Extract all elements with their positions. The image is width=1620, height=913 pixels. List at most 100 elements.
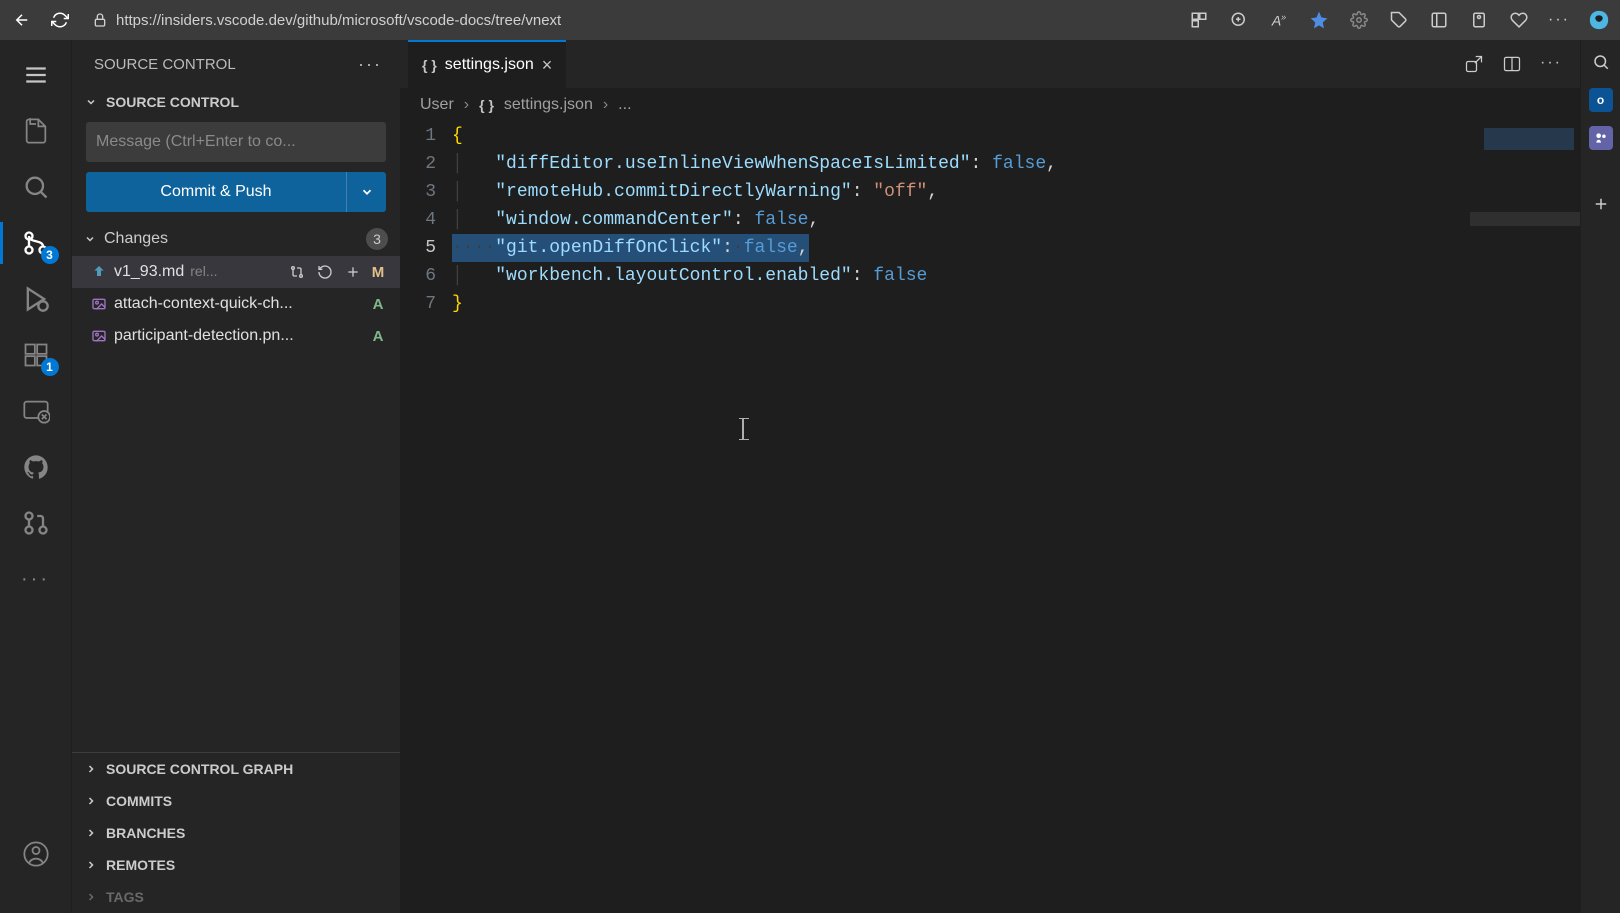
breadcrumb-seg[interactable]: settings.json bbox=[504, 96, 593, 114]
teams-rail-icon[interactable] bbox=[1589, 126, 1613, 150]
changes-header[interactable]: Changes 3 bbox=[72, 222, 400, 256]
editor-tab[interactable]: { } settings.json × bbox=[408, 40, 566, 88]
section-label: SOURCE CONTROL bbox=[106, 94, 239, 110]
chevron-right-icon bbox=[84, 794, 98, 808]
section-label: COMMITS bbox=[106, 793, 172, 809]
code-content[interactable]: { │ "diffEditor.useInlineViewWhenSpaceIs… bbox=[452, 122, 1580, 913]
editor-more-icon[interactable]: ··· bbox=[1540, 54, 1562, 74]
favorite-icon[interactable] bbox=[1308, 9, 1330, 31]
sidebar-title: SOURCE CONTROL bbox=[94, 56, 236, 73]
text-cursor-icon bbox=[742, 418, 744, 440]
collapsed-section[interactable]: COMMITS bbox=[72, 785, 400, 817]
run-debug-icon[interactable] bbox=[19, 282, 53, 316]
chevron-right-icon bbox=[84, 826, 98, 840]
explorer-icon[interactable] bbox=[19, 114, 53, 148]
zoom-icon[interactable] bbox=[1228, 9, 1250, 31]
add-rail-icon[interactable] bbox=[1589, 192, 1613, 216]
status-letter: M bbox=[368, 264, 388, 281]
read-aloud-icon[interactable]: A» bbox=[1268, 9, 1290, 31]
changed-file-row[interactable]: v1_93.md rel... M bbox=[72, 256, 400, 288]
collapsed-section[interactable]: REMOTES bbox=[72, 849, 400, 881]
changes-count-badge: 3 bbox=[366, 228, 388, 250]
accounts-icon[interactable] bbox=[19, 837, 53, 871]
file-name: attach-context-quick-ch... bbox=[114, 295, 293, 313]
right-rail: o bbox=[1580, 40, 1620, 913]
collapsed-section[interactable]: SOURCE CONTROL GRAPH bbox=[72, 753, 400, 785]
discard-icon[interactable] bbox=[316, 263, 334, 281]
changes-label: Changes bbox=[104, 230, 168, 248]
image-file-icon bbox=[90, 327, 108, 345]
collapsed-section[interactable]: TAGS bbox=[72, 881, 400, 913]
source-control-section-header[interactable]: SOURCE CONTROL bbox=[72, 88, 400, 116]
sidebar: SOURCE CONTROL ··· SOURCE CONTROL Commit… bbox=[72, 40, 400, 913]
commit-push-button[interactable]: Commit & Push bbox=[86, 172, 346, 212]
activity-bar: 3 1 ··· bbox=[0, 40, 72, 913]
status-letter: A bbox=[368, 328, 388, 345]
minimap[interactable] bbox=[1470, 122, 1580, 913]
section-label: BRANCHES bbox=[106, 825, 185, 841]
heart-icon[interactable] bbox=[1508, 9, 1530, 31]
json-file-icon: { } bbox=[479, 97, 494, 113]
file-name: v1_93.md bbox=[114, 263, 184, 281]
source-control-icon[interactable]: 3 bbox=[19, 226, 53, 260]
more-icon[interactable]: ··· bbox=[1548, 9, 1570, 31]
scm-badge: 3 bbox=[41, 246, 59, 264]
sidebar-more-icon[interactable]: ··· bbox=[358, 54, 382, 75]
close-tab-icon[interactable]: × bbox=[542, 55, 553, 76]
chevron-right-icon bbox=[84, 762, 98, 776]
line-number-gutter: 1 2 3 4 5 6 7 bbox=[400, 122, 452, 913]
open-changes-icon[interactable] bbox=[1464, 54, 1484, 74]
chevron-down-icon bbox=[84, 233, 96, 245]
chevron-right-icon bbox=[84, 890, 98, 904]
collapsed-section[interactable]: BRANCHES bbox=[72, 817, 400, 849]
chevron-right-icon: › bbox=[603, 96, 608, 114]
split-editor-icon[interactable] bbox=[1502, 54, 1522, 74]
remote-explorer-icon[interactable] bbox=[19, 394, 53, 428]
commit-message-input[interactable] bbox=[86, 122, 386, 162]
browser-toolbar: https://insiders.vscode.dev/github/micro… bbox=[0, 0, 1620, 40]
section-label: REMOTES bbox=[106, 857, 175, 873]
json-file-icon: { } bbox=[422, 57, 437, 73]
code-editor[interactable]: 1 2 3 4 5 6 7 { │ "diffEditor.useInlineV… bbox=[400, 122, 1580, 913]
changed-file-row[interactable]: participant-detection.pn... A bbox=[72, 320, 400, 352]
search-icon[interactable] bbox=[19, 170, 53, 204]
status-letter: A bbox=[368, 296, 388, 313]
chevron-right-icon bbox=[84, 858, 98, 872]
lock-icon bbox=[92, 12, 108, 28]
compare-icon[interactable] bbox=[288, 263, 306, 281]
settings-gear-icon[interactable] bbox=[1348, 9, 1370, 31]
collections-icon[interactable] bbox=[1428, 9, 1450, 31]
extensions-badge: 1 bbox=[41, 358, 59, 376]
breadcrumb[interactable]: User › { } settings.json › ... bbox=[400, 88, 1580, 122]
back-button[interactable] bbox=[10, 8, 34, 32]
extensions-activity-icon[interactable]: 1 bbox=[19, 338, 53, 372]
performance-icon[interactable] bbox=[1468, 9, 1490, 31]
menu-icon[interactable] bbox=[19, 58, 53, 92]
refresh-button[interactable] bbox=[48, 8, 72, 32]
search-rail-icon[interactable] bbox=[1589, 50, 1613, 74]
github-icon[interactable] bbox=[19, 450, 53, 484]
image-file-icon bbox=[90, 295, 108, 313]
file-path: rel... bbox=[190, 263, 217, 279]
chevron-right-icon: › bbox=[464, 96, 469, 114]
outlook-rail-icon[interactable]: o bbox=[1589, 88, 1613, 112]
app-icon[interactable] bbox=[1188, 9, 1210, 31]
extensions-icon[interactable] bbox=[1388, 9, 1410, 31]
pull-requests-icon[interactable] bbox=[19, 506, 53, 540]
changed-file-row[interactable]: attach-context-quick-ch... A bbox=[72, 288, 400, 320]
breadcrumb-seg[interactable]: User bbox=[420, 96, 454, 114]
tab-filename: settings.json bbox=[445, 56, 534, 74]
address-bar[interactable]: https://insiders.vscode.dev/github/micro… bbox=[86, 12, 1174, 29]
section-label: SOURCE CONTROL GRAPH bbox=[106, 761, 293, 777]
section-label: TAGS bbox=[106, 889, 144, 905]
markdown-file-icon bbox=[90, 263, 108, 281]
breadcrumb-seg[interactable]: ... bbox=[618, 96, 631, 114]
more-activity-icon[interactable]: ··· bbox=[19, 562, 53, 596]
chevron-down-icon bbox=[84, 95, 98, 109]
editor-area: { } settings.json × ··· User › { } setti… bbox=[400, 40, 1580, 913]
url-text: https://insiders.vscode.dev/github/micro… bbox=[116, 12, 561, 29]
stage-icon[interactable] bbox=[344, 263, 362, 281]
commit-dropdown-button[interactable] bbox=[346, 172, 386, 212]
copilot-icon[interactable] bbox=[1588, 9, 1610, 31]
file-name: participant-detection.pn... bbox=[114, 327, 294, 345]
